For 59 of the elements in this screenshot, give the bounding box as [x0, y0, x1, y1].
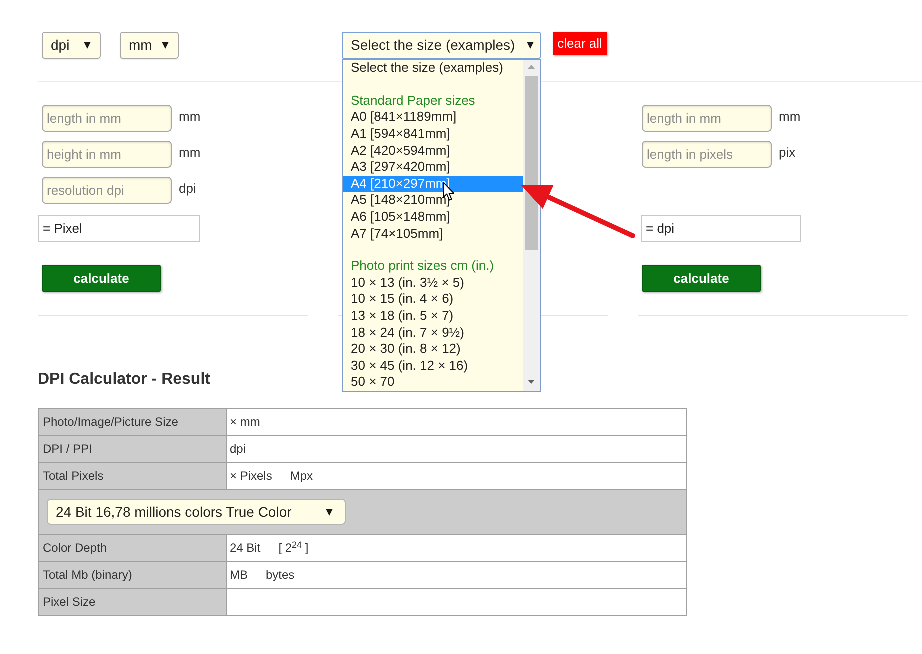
cell-value: 24 Bit: [230, 540, 261, 557]
dropdown-option[interactable]: A7 [74×105mm]: [343, 226, 523, 242]
text-input[interactable]: length in pixels: [642, 141, 772, 168]
dropdown-option[interactable]: Select the size (examples): [343, 60, 523, 77]
caret-icon: [162, 42, 169, 49]
size-select[interactable]: Select the size (examples): [342, 32, 541, 59]
color-depth-select[interactable]: 24 Bit 16,78 millions colors True Color: [47, 499, 346, 525]
unit-select[interactable]: dpi: [42, 32, 101, 59]
calculate-button[interactable]: calculate: [42, 265, 161, 292]
dropdown-option[interactable]: 13 × 18 (in. 5 × 7): [343, 308, 523, 325]
unit-label: mm: [179, 109, 201, 125]
text-input[interactable]: resolution dpi: [42, 177, 172, 204]
cell-value: dpi: [230, 441, 246, 458]
cell-value: MB: [230, 567, 248, 584]
row-label: Color Depth: [38, 534, 226, 562]
dropdown-option[interactable]: A6 [105×148mm]: [343, 208, 523, 226]
caret-icon: [527, 42, 534, 49]
scroll-down-icon[interactable]: [528, 380, 535, 384]
dropdown-option[interactable]: A0 [841×1189mm]: [343, 109, 523, 126]
text-input[interactable]: height in mm: [42, 141, 172, 168]
row-label: Total Pixels: [38, 462, 226, 490]
dropdown-option[interactable]: A3 [297×420mm]: [343, 159, 523, 176]
option-group-label: Standard Paper sizes: [350, 92, 476, 110]
row-label: DPI / PPI: [38, 436, 226, 462]
cell-value: Mpx: [290, 468, 314, 485]
calculate-button[interactable]: calculate: [642, 265, 761, 292]
dropdown-option[interactable]: 10 × 15 (in. 4 × 6): [343, 291, 523, 308]
clear-all-button[interactable]: clear all: [553, 32, 607, 55]
caret-icon: [326, 508, 333, 516]
scrollbar[interactable]: [523, 60, 540, 391]
cell-value: × Pixels: [230, 468, 272, 485]
cell-value: × mm: [230, 414, 260, 431]
unit-label: pix: [779, 145, 796, 161]
dropdown-option[interactable]: 50 × 70: [343, 374, 523, 391]
unit-select[interactable]: mm: [120, 32, 179, 59]
dropdown-option[interactable]: 30 × 45 (in. 12 × 16): [343, 358, 523, 374]
result-output: = dpi: [641, 215, 801, 242]
row-label: Pixel Size: [38, 588, 226, 616]
row-label: Photo/Image/Picture Size: [38, 408, 226, 436]
result-output: = Pixel: [38, 215, 200, 242]
option-group-label: Photo print sizes cm (in.): [350, 258, 496, 275]
caret-icon: [84, 42, 91, 49]
scroll-up-icon[interactable]: [528, 65, 535, 69]
text-input[interactable]: length in mm: [42, 105, 172, 132]
cell-value: [ 2$^{24}$ ]: [278, 539, 309, 557]
dropdown-option[interactable]: A2 [420×594mm]: [343, 142, 523, 160]
result-heading: DPI Calculator - Result: [38, 370, 210, 390]
cell-value: bytes: [266, 567, 295, 584]
dropdown-option[interactable]: A1 [594×841mm]: [343, 126, 523, 143]
unit-label: dpi: [179, 181, 196, 197]
dropdown-option[interactable]: 10 × 13 (in. 3½ × 5): [343, 274, 523, 292]
dropdown-option[interactable]: 18 × 24 (in. 7 × 9½): [343, 324, 523, 342]
text-input[interactable]: length in mm: [642, 105, 772, 132]
dropdown-option[interactable]: 20 × 30 (in. 8 × 12): [343, 341, 523, 358]
unit-label: mm: [779, 109, 801, 125]
unit-label: mm: [179, 145, 201, 161]
row-label: Total Mb (binary): [38, 562, 226, 588]
scrollbar-thumb[interactable]: [525, 76, 538, 250]
dropdown-option[interactable]: A5 [148×210mm]: [343, 192, 523, 209]
